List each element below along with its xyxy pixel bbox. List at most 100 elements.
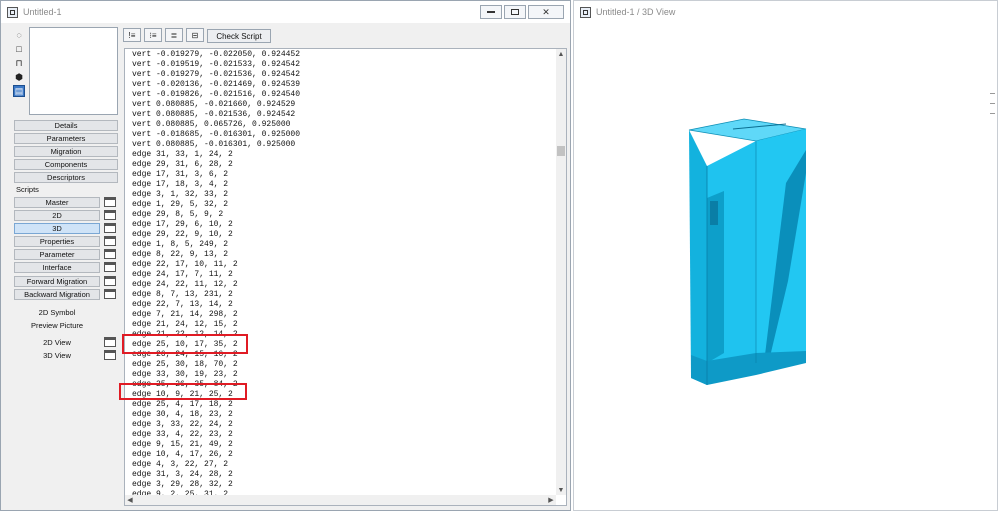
code-line[interactable]: edge 8, 22, 9, 13, 2: [132, 250, 552, 260]
rectangle-tool-icon[interactable]: □: [13, 43, 25, 55]
2d-symbol-button[interactable]: 2D Symbol: [14, 307, 100, 318]
forward-migration-window-icon[interactable]: [104, 276, 116, 286]
3d-view-window-title: Untitled-1 / 3D View: [596, 7, 676, 17]
outdent-icon[interactable]: ≣: [165, 28, 183, 42]
code-line[interactable]: edge 3, 33, 22, 24, 2: [132, 420, 552, 430]
code-line[interactable]: edge 29, 8, 5, 9, 2: [132, 210, 552, 220]
migration-button[interactable]: Migration: [14, 146, 118, 157]
backward-migration-window-icon[interactable]: [104, 289, 116, 299]
script-2d-button[interactable]: 2D: [14, 210, 100, 221]
code-line[interactable]: edge 21, 24, 12, 15, 2: [132, 320, 552, 330]
script-tool-icon[interactable]: ▤: [13, 85, 25, 97]
3d-view-window-icon[interactable]: [104, 350, 116, 360]
code-line[interactable]: edge 17, 18, 3, 4, 2: [132, 180, 552, 190]
code-line[interactable]: edge 29, 31, 6, 28, 2: [132, 160, 552, 170]
minimize-button[interactable]: [480, 5, 502, 19]
code-line[interactable]: edge 31, 33, 1, 24, 2: [132, 150, 552, 160]
3d-model-viewport[interactable]: [574, 23, 998, 512]
maximize-button[interactable]: [504, 5, 526, 19]
code-line[interactable]: edge 4, 3, 22, 27, 2: [132, 460, 552, 470]
highlight-box-2: [119, 383, 247, 400]
details-button[interactable]: Details: [14, 120, 118, 131]
script-code[interactable]: vert -0.019279, -0.022050, 0.924452 vert …: [132, 50, 552, 500]
side-mark-3: [990, 113, 995, 114]
code-line[interactable]: edge 25, 4, 17, 18, 2: [132, 400, 552, 410]
code-line[interactable]: edge 33, 4, 22, 23, 2: [132, 430, 552, 440]
interface-window-icon[interactable]: [104, 262, 116, 272]
code-line[interactable]: vert -0.018685, -0.016301, 0.925000: [132, 130, 552, 140]
minimize-icon: [487, 11, 495, 13]
parameters-button[interactable]: Parameters: [14, 133, 118, 144]
2d-view-button[interactable]: 2D View: [14, 337, 100, 348]
script-parameter-button[interactable]: Parameter: [14, 249, 100, 260]
wrap-icon[interactable]: ⊟: [186, 28, 204, 42]
code-line[interactable]: vert 0.080885, -0.016301, 0.925000: [132, 140, 552, 150]
check-script-button[interactable]: Check Script: [207, 29, 271, 43]
find-icon[interactable]: !≡: [123, 28, 141, 42]
editor-window-title: Untitled-1: [23, 7, 62, 17]
components-button[interactable]: Components: [14, 159, 118, 170]
maximize-icon: [511, 9, 519, 15]
script-properties-button[interactable]: Properties: [14, 236, 100, 247]
3d-view-button[interactable]: 3D View: [14, 350, 100, 361]
window-controls: ✕: [480, 5, 564, 19]
code-line[interactable]: edge 17, 31, 3, 6, 2: [132, 170, 552, 180]
code-line[interactable]: edge 22, 7, 13, 14, 2: [132, 300, 552, 310]
code-line[interactable]: vert -0.019279, -0.021536, 0.924542: [132, 70, 552, 80]
code-line[interactable]: vert -0.019279, -0.022050, 0.924452: [132, 50, 552, 60]
properties-window-icon[interactable]: [104, 236, 116, 246]
indent-icon[interactable]: ⁝≡: [144, 28, 162, 42]
code-line[interactable]: vert -0.019519, -0.021533, 0.924542: [132, 60, 552, 70]
preview-tool-column: ◌ □ ⊓ ⬢ ▤: [13, 29, 27, 99]
editor-titlebar[interactable]: Untitled-1 ✕: [1, 1, 570, 23]
code-line[interactable]: edge 22, 17, 10, 11, 2: [132, 260, 552, 270]
code-line[interactable]: edge 1, 29, 5, 32, 2: [132, 200, 552, 210]
lasso-tool-icon[interactable]: ◌: [13, 29, 25, 41]
code-line[interactable]: edge 25, 30, 18, 70, 2: [132, 360, 552, 370]
script-forward-migration-button[interactable]: Forward Migration: [14, 276, 100, 287]
3d-view-titlebar[interactable]: Untitled-1 / 3D View: [574, 1, 997, 23]
script-3d-button[interactable]: 3D: [14, 223, 100, 234]
code-line[interactable]: edge 3, 1, 32, 33, 2: [132, 190, 552, 200]
code-line[interactable]: vert 0.080885, 0.065726, 0.925000: [132, 120, 552, 130]
script-master-button[interactable]: Master: [14, 197, 100, 208]
side-mark-2: [990, 103, 995, 104]
scroll-right-icon[interactable]: ▶: [546, 495, 556, 505]
code-line[interactable]: edge 24, 22, 11, 12, 2: [132, 280, 552, 290]
script-interface-button[interactable]: Interface: [14, 262, 100, 273]
cube-tool-icon[interactable]: ⬢: [13, 71, 25, 83]
code-line[interactable]: edge 17, 29, 6, 10, 2: [132, 220, 552, 230]
code-line[interactable]: vert 0.080885, -0.021536, 0.924542: [132, 110, 552, 120]
code-line[interactable]: vert -0.019826, -0.021516, 0.924540: [132, 90, 552, 100]
code-line[interactable]: edge 1, 8, 5, 249, 2: [132, 240, 552, 250]
code-line[interactable]: edge 24, 17, 7, 11, 2: [132, 270, 552, 280]
scroll-thumb[interactable]: [557, 146, 565, 156]
descriptors-button[interactable]: Descriptors: [14, 172, 118, 183]
code-line[interactable]: edge 7, 21, 14, 298, 2: [132, 310, 552, 320]
master-window-icon[interactable]: [104, 197, 116, 207]
code-line[interactable]: edge 3, 29, 28, 32, 2: [132, 480, 552, 490]
parameter-window-icon[interactable]: [104, 249, 116, 259]
2d-view-window-icon[interactable]: [104, 337, 116, 347]
2d-window-icon[interactable]: [104, 210, 116, 220]
scroll-up-icon[interactable]: ▲: [556, 49, 566, 59]
3d-window-icon[interactable]: [104, 223, 116, 233]
scroll-down-icon[interactable]: ▼: [556, 485, 566, 495]
stamp-tool-icon[interactable]: ⊓: [13, 57, 25, 69]
code-line[interactable]: edge 9, 15, 21, 49, 2: [132, 440, 552, 450]
scroll-left-icon[interactable]: ◀: [125, 495, 135, 505]
code-line[interactable]: edge 30, 4, 18, 23, 2: [132, 410, 552, 420]
horizontal-scrollbar[interactable]: ◀ ▶: [125, 495, 556, 505]
script-editor[interactable]: vert -0.019279, -0.022050, 0.924452 vert …: [124, 48, 567, 506]
vertical-scrollbar[interactable]: ▲ ▼: [556, 49, 566, 495]
code-line[interactable]: edge 10, 4, 17, 26, 2: [132, 450, 552, 460]
code-line[interactable]: vert 0.080885, -0.021660, 0.924529: [132, 100, 552, 110]
preview-picture-button[interactable]: Preview Picture: [14, 320, 100, 331]
code-line[interactable]: edge 33, 30, 19, 23, 2: [132, 370, 552, 380]
code-line[interactable]: edge 31, 3, 24, 28, 2: [132, 470, 552, 480]
code-line[interactable]: edge 29, 22, 9, 10, 2: [132, 230, 552, 240]
close-button[interactable]: ✕: [528, 5, 564, 19]
code-line[interactable]: edge 8, 7, 13, 231, 2: [132, 290, 552, 300]
script-backward-migration-button[interactable]: Backward Migration: [14, 289, 100, 300]
code-line[interactable]: vert -0.020136, -0.021469, 0.924539: [132, 80, 552, 90]
